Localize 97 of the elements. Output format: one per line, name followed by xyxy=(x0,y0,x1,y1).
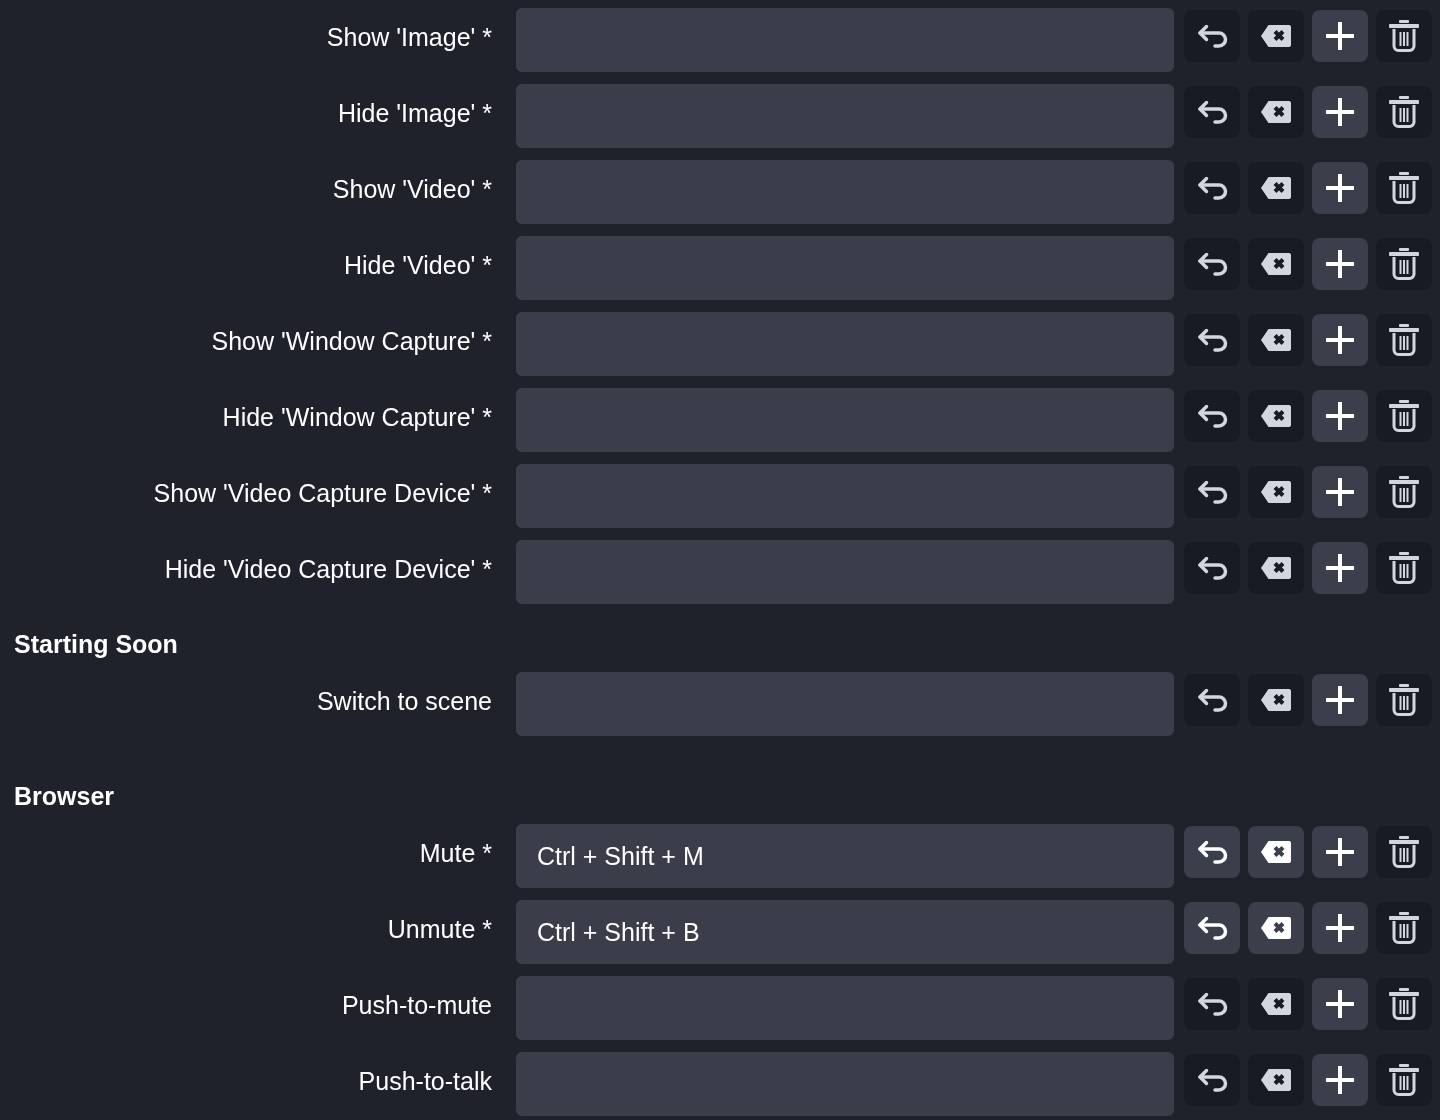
undo-arrow-icon xyxy=(1195,100,1229,124)
trash-icon xyxy=(1389,476,1419,508)
plus-icon xyxy=(1326,838,1354,866)
plus-icon xyxy=(1326,22,1354,50)
undo-arrow-icon xyxy=(1195,840,1229,864)
undo-arrow-icon xyxy=(1195,480,1229,504)
add-button[interactable] xyxy=(1312,10,1368,62)
backspace-icon xyxy=(1260,404,1292,428)
hotkey-label: Push-to-mute xyxy=(340,990,492,1021)
section-title: Browser xyxy=(13,781,116,812)
hotkey-label: Mute * xyxy=(418,838,492,869)
hotkey-label: Show 'Video' * xyxy=(331,174,492,205)
hotkey-field[interactable] xyxy=(516,1052,1174,1116)
hotkey-label: Show 'Window Capture' * xyxy=(210,326,492,357)
hotkey-field[interactable] xyxy=(516,160,1174,224)
revert-button[interactable] xyxy=(1184,826,1240,878)
add-button[interactable] xyxy=(1312,238,1368,290)
hotkey-field[interactable] xyxy=(516,540,1174,604)
trash-icon xyxy=(1389,552,1419,584)
clear-button[interactable] xyxy=(1248,902,1304,954)
backspace-icon xyxy=(1260,916,1292,940)
add-button[interactable] xyxy=(1312,826,1368,878)
trash-icon xyxy=(1389,248,1419,280)
hotkey-field[interactable]: Ctrl + Shift + B xyxy=(516,900,1174,964)
trash-icon xyxy=(1389,1064,1419,1096)
trash-icon xyxy=(1389,988,1419,1020)
add-button[interactable] xyxy=(1312,674,1368,726)
hotkey-field[interactable] xyxy=(516,236,1174,300)
undo-arrow-icon xyxy=(1195,556,1229,580)
backspace-icon xyxy=(1260,556,1292,580)
plus-icon xyxy=(1326,990,1354,1018)
undo-arrow-icon xyxy=(1195,1068,1229,1092)
plus-icon xyxy=(1326,554,1354,582)
plus-icon xyxy=(1326,478,1354,506)
hotkey-field[interactable] xyxy=(516,84,1174,148)
undo-arrow-icon xyxy=(1195,328,1229,352)
hotkey-field[interactable] xyxy=(516,464,1174,528)
hotkey-field[interactable] xyxy=(516,8,1174,72)
undo-arrow-icon xyxy=(1195,24,1229,48)
trash-icon xyxy=(1389,20,1419,52)
hotkey-field[interactable]: Ctrl + Shift + M xyxy=(516,824,1174,888)
backspace-icon xyxy=(1260,176,1292,200)
trash-icon xyxy=(1389,400,1419,432)
add-button[interactable] xyxy=(1312,86,1368,138)
plus-icon xyxy=(1326,1066,1354,1094)
backspace-icon xyxy=(1260,100,1292,124)
backspace-icon xyxy=(1260,1068,1292,1092)
plus-icon xyxy=(1326,174,1354,202)
add-button[interactable] xyxy=(1312,978,1368,1030)
backspace-icon xyxy=(1260,24,1292,48)
revert-button[interactable] xyxy=(1184,902,1240,954)
hotkey-field[interactable] xyxy=(516,388,1174,452)
hotkey-label: Hide 'Video Capture Device' * xyxy=(163,554,492,585)
backspace-icon xyxy=(1260,480,1292,504)
undo-arrow-icon xyxy=(1195,992,1229,1016)
backspace-icon xyxy=(1260,992,1292,1016)
hotkey-field[interactable] xyxy=(516,312,1174,376)
backspace-icon xyxy=(1260,252,1292,276)
hotkey-label: Show 'Video Capture Device' * xyxy=(152,478,492,509)
add-button[interactable] xyxy=(1312,1054,1368,1106)
add-button[interactable] xyxy=(1312,466,1368,518)
add-button[interactable] xyxy=(1312,314,1368,366)
hotkey-label: Push-to-talk xyxy=(357,1066,492,1097)
backspace-icon xyxy=(1260,328,1292,352)
hotkey-label: Switch to scene xyxy=(315,686,492,717)
plus-icon xyxy=(1326,326,1354,354)
backspace-icon xyxy=(1260,840,1292,864)
hotkey-label: Hide 'Video' * xyxy=(342,250,492,281)
add-button[interactable] xyxy=(1312,902,1368,954)
undo-arrow-icon xyxy=(1195,176,1229,200)
clear-button[interactable] xyxy=(1248,826,1304,878)
add-button[interactable] xyxy=(1312,542,1368,594)
trash-icon xyxy=(1389,912,1419,944)
trash-icon xyxy=(1389,172,1419,204)
hotkey-field[interactable] xyxy=(516,672,1174,736)
hotkey-label: Hide 'Window Capture' * xyxy=(221,402,492,433)
undo-arrow-icon xyxy=(1195,404,1229,428)
undo-arrow-icon xyxy=(1195,688,1229,712)
hotkey-field[interactable] xyxy=(516,976,1174,1040)
hotkey-label: Unmute * xyxy=(386,914,492,945)
section-title: Starting Soon xyxy=(13,629,179,660)
hotkey-label: Hide 'Image' * xyxy=(336,98,492,129)
trash-icon xyxy=(1389,836,1419,868)
hotkey-label: Show 'Image' * xyxy=(325,22,492,53)
plus-icon xyxy=(1326,98,1354,126)
plus-icon xyxy=(1326,250,1354,278)
plus-icon xyxy=(1326,686,1354,714)
add-button[interactable] xyxy=(1312,390,1368,442)
trash-icon xyxy=(1389,684,1419,716)
trash-icon xyxy=(1389,324,1419,356)
undo-arrow-icon xyxy=(1195,252,1229,276)
add-button[interactable] xyxy=(1312,162,1368,214)
plus-icon xyxy=(1326,402,1354,430)
trash-icon xyxy=(1389,96,1419,128)
backspace-icon xyxy=(1260,688,1292,712)
plus-icon xyxy=(1326,914,1354,942)
undo-arrow-icon xyxy=(1195,916,1229,940)
